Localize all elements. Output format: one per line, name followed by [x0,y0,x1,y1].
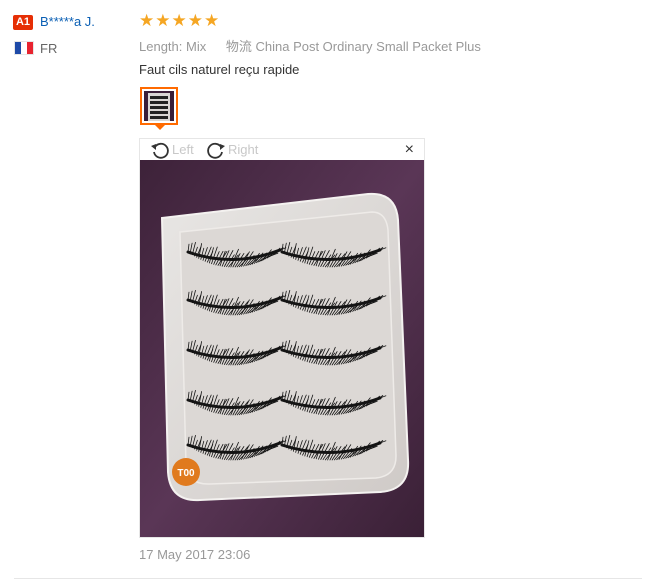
shipping-value: China Post Ordinary Small Packet Plus [255,39,481,54]
eyelash-tray-photo: T00 [140,160,424,537]
review-comment: Faut cils naturel reçu rapide [139,62,300,77]
viewer-toolbar: Left Right × [140,139,424,160]
length-value: Mix [186,39,207,54]
thumbnail-image [144,91,174,121]
length-label: Length: [139,39,183,54]
photo-viewer: Left Right × T00 [139,138,425,538]
order-attributes: Length: Mix 物流 China Post Ordinary Small… [139,36,481,55]
reviewer-country: FR [40,41,58,56]
rotate-right-button[interactable]: Right [206,139,258,160]
thumbnail-pointer [154,124,166,130]
star-icon: ★ [155,11,171,30]
rotate-left-label: Left [172,142,194,157]
close-viewer-button[interactable]: × [405,141,414,159]
rotate-right-label: Right [228,142,259,157]
rotate-left-icon [150,140,170,160]
star-icon: ★ [187,11,203,30]
reviewer-name: B*****a J. [40,14,95,29]
review-photo-thumbnail[interactable] [140,87,178,125]
star-rating: ★ ★ ★ ★ ★ [139,10,219,32]
review-item: A1 B*****a J. FR ★ ★ ★ ★ ★ Length: Mix 物流 Ch… [0,0,652,581]
star-icon: ★ [171,11,187,30]
review-date: 17 May 2017 23:06 [139,547,251,562]
star-icon: ★ [204,11,220,30]
france-flag-icon [14,41,34,55]
review-divider [14,578,642,579]
star-icon: ★ [139,11,155,30]
rotate-right-icon [206,140,226,160]
photo-stamp-text: T00 [177,468,195,479]
review-photo: T00 [140,160,424,537]
shipping-label: 物流 [225,40,252,55]
rotate-left-button[interactable]: Left [150,139,194,160]
buyer-level-badge: A1 [13,15,33,30]
